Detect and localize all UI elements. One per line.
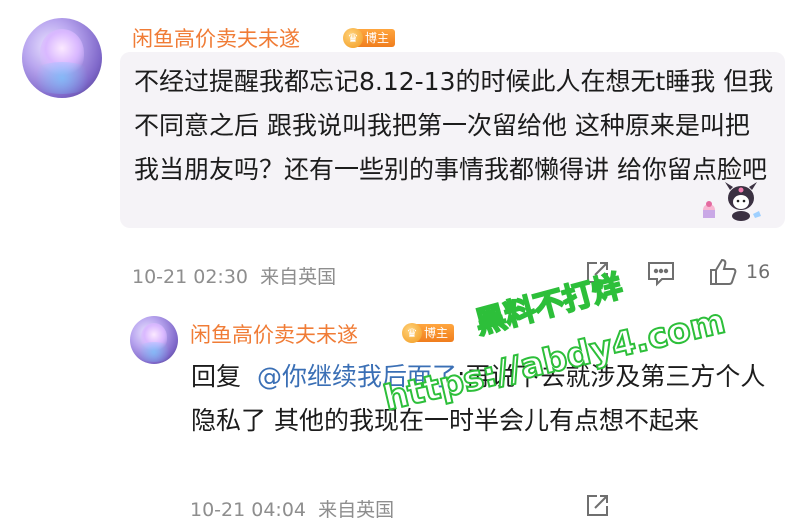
reply-meta: 10-21 04:04 来自英国 — [190, 495, 394, 522]
reply-blogger-badge: ♛ 博主 — [402, 322, 455, 344]
comment-avatar[interactable] — [22, 18, 102, 98]
share-icon — [587, 495, 608, 516]
thumbs-up-icon — [710, 258, 737, 285]
reply-prefix: 回复 — [191, 362, 242, 391]
comment-location: 来自英国 — [260, 266, 337, 288]
reply-button[interactable] — [646, 259, 676, 287]
blogger-badge: ♛ 博主 — [343, 27, 396, 49]
reply-timestamp: 10-21 04:04 — [190, 499, 307, 521]
comment-icon — [648, 262, 674, 287]
reply-avatar[interactable] — [130, 316, 178, 364]
reply-share-button[interactable] — [583, 492, 611, 520]
crown-icon: ♛ — [402, 323, 422, 343]
comment-meta: 10-21 02:30 来自英国 — [132, 262, 336, 289]
reply-location: 来自英国 — [318, 499, 395, 521]
like-count: 16 — [746, 261, 771, 283]
reply-username[interactable]: 闲鱼高价卖夫未遂 — [190, 319, 358, 349]
crown-icon: ♛ — [343, 28, 363, 48]
like-button[interactable]: 16 — [708, 257, 770, 287]
comment-timestamp: 10-21 02:30 — [132, 266, 249, 288]
comment-username[interactable]: 闲鱼高价卖夫未遂 — [132, 23, 300, 53]
comment-text: 不经过提醒我都忘记8.12-13的时候此人在想无t睡我 但我不同意之后 跟我说叫… — [134, 67, 774, 184]
